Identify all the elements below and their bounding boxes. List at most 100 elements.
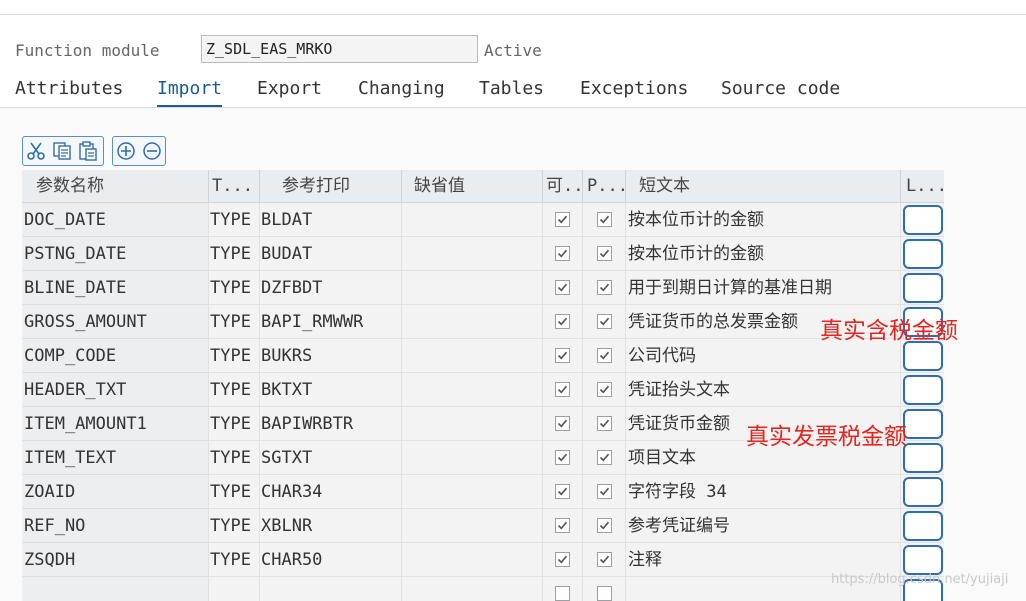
typing-cell[interactable]: TYPE: [210, 509, 251, 543]
reference-type-cell[interactable]: BUKRS: [261, 339, 312, 373]
long-text-button[interactable]: [903, 239, 943, 269]
tab-tables[interactable]: Tables: [479, 78, 544, 99]
column-divider: [900, 373, 901, 407]
short-text-cell[interactable]: 字符字段 34: [628, 475, 727, 509]
delete-row-icon[interactable]: [139, 137, 165, 165]
col-typing[interactable]: T...: [212, 170, 253, 202]
col-pass-value[interactable]: P...: [587, 170, 628, 202]
parameter-name-cell[interactable]: COMP_CODE: [24, 339, 116, 373]
optional-checkbox[interactable]: [555, 280, 570, 295]
cut-icon[interactable]: [23, 137, 49, 165]
insert-row-icon[interactable]: [113, 137, 139, 165]
typing-cell[interactable]: TYPE: [210, 271, 251, 305]
pass-value-checkbox[interactable]: [597, 518, 612, 533]
long-text-button[interactable]: [903, 511, 943, 541]
copy-icon[interactable]: [49, 137, 75, 165]
reference-type-cell[interactable]: BAPIWRBTR: [261, 407, 353, 441]
optional-checkbox[interactable]: [555, 416, 570, 431]
pass-value-checkbox[interactable]: [597, 212, 612, 227]
reference-type-cell[interactable]: XBLNR: [261, 509, 312, 543]
short-text-cell[interactable]: 公司代码: [628, 339, 696, 373]
optional-checkbox[interactable]: [555, 314, 570, 329]
pass-value-checkbox[interactable]: [597, 246, 612, 261]
tab-export[interactable]: Export: [257, 78, 322, 99]
optional-checkbox[interactable]: [555, 518, 570, 533]
typing-cell[interactable]: TYPE: [210, 339, 251, 373]
parameter-name-cell[interactable]: PSTNG_DATE: [24, 237, 126, 271]
tab-changing[interactable]: Changing: [358, 78, 445, 99]
long-text-button[interactable]: [903, 477, 943, 507]
optional-checkbox[interactable]: [555, 484, 570, 499]
typing-cell[interactable]: TYPE: [210, 441, 251, 475]
reference-type-cell[interactable]: BLDAT: [261, 203, 312, 237]
reference-type-cell[interactable]: DZFBDT: [261, 271, 322, 305]
parameter-name-cell[interactable]: DOC_DATE: [24, 203, 106, 237]
pass-value-checkbox[interactable]: [597, 552, 612, 567]
reference-type-cell[interactable]: CHAR50: [261, 543, 322, 577]
typing-cell[interactable]: TYPE: [210, 543, 251, 577]
col-reference-type[interactable]: 参考打印: [282, 170, 350, 202]
short-text-cell[interactable]: 按本位币计的金额: [628, 203, 764, 237]
parameter-name-cell[interactable]: ZSQDH: [24, 543, 75, 577]
short-text-cell[interactable]: 项目文本: [628, 441, 696, 475]
tab-exceptions[interactable]: Exceptions: [580, 78, 688, 99]
pass-value-checkbox[interactable]: [597, 416, 612, 431]
typing-cell[interactable]: TYPE: [210, 407, 251, 441]
reference-type-cell[interactable]: SGTXT: [261, 441, 312, 475]
optional-checkbox[interactable]: [555, 348, 570, 363]
reference-type-cell[interactable]: BKTXT: [261, 373, 312, 407]
col-short-text[interactable]: 短文本: [639, 170, 690, 202]
reference-type-cell[interactable]: BUDAT: [261, 237, 312, 271]
optional-checkbox[interactable]: [555, 382, 570, 397]
typing-cell[interactable]: TYPE: [210, 373, 251, 407]
pass-value-checkbox[interactable]: [597, 586, 612, 601]
short-text-cell[interactable]: 注释: [628, 543, 662, 577]
parameter-name-cell[interactable]: ITEM_AMOUNT1: [24, 407, 147, 441]
col-long-text[interactable]: L...: [906, 170, 947, 202]
pass-value-checkbox[interactable]: [597, 450, 612, 465]
long-text-button[interactable]: [903, 205, 943, 235]
short-text-cell[interactable]: 用于到期日计算的基准日期: [628, 271, 832, 305]
optional-checkbox[interactable]: [555, 450, 570, 465]
optional-checkbox[interactable]: [555, 552, 570, 567]
optional-checkbox[interactable]: [555, 212, 570, 227]
col-optional[interactable]: 可..: [546, 170, 583, 202]
col-parameter-name[interactable]: 参数名称: [36, 170, 104, 202]
parameter-name-cell[interactable]: ZOAID: [24, 475, 75, 509]
short-text-cell[interactable]: 凭证货币金额: [628, 407, 730, 441]
typing-cell[interactable]: TYPE: [210, 305, 251, 339]
long-text-button[interactable]: [903, 545, 943, 575]
parameter-name-cell[interactable]: HEADER_TXT: [24, 373, 126, 407]
long-text-button[interactable]: [903, 409, 943, 439]
function-module-field[interactable]: Z_SDL_EAS_MRKO: [201, 35, 478, 63]
col-default-value[interactable]: 缺省值: [414, 170, 465, 202]
parameter-name-cell[interactable]: REF_NO: [24, 509, 85, 543]
pass-value-checkbox[interactable]: [597, 314, 612, 329]
parameter-name-cell[interactable]: BLINE_DATE: [24, 271, 126, 305]
tab-attributes[interactable]: Attributes: [15, 78, 123, 99]
pass-value-checkbox[interactable]: [597, 484, 612, 499]
typing-cell[interactable]: TYPE: [210, 237, 251, 271]
typing-cell[interactable]: TYPE: [210, 203, 251, 237]
optional-checkbox[interactable]: [555, 246, 570, 261]
short-text-cell[interactable]: 按本位币计的金额: [628, 237, 764, 271]
tab-source-code[interactable]: Source code: [721, 78, 840, 99]
reference-type-cell[interactable]: CHAR34: [261, 475, 322, 509]
pass-value-checkbox[interactable]: [597, 280, 612, 295]
long-text-button[interactable]: [903, 341, 943, 371]
paste-icon[interactable]: [75, 137, 101, 165]
reference-type-cell[interactable]: BAPI_RMWWR: [261, 305, 363, 339]
parameter-name-cell[interactable]: ITEM_TEXT: [24, 441, 116, 475]
parameter-name-cell[interactable]: GROSS_AMOUNT: [24, 305, 147, 339]
pass-value-checkbox[interactable]: [597, 382, 612, 397]
short-text-cell[interactable]: 参考凭证编号: [628, 509, 730, 543]
pass-value-checkbox[interactable]: [597, 348, 612, 363]
typing-cell[interactable]: TYPE: [210, 475, 251, 509]
short-text-cell[interactable]: 凭证抬头文本: [628, 373, 730, 407]
long-text-button[interactable]: [903, 443, 943, 473]
tab-import[interactable]: Import: [157, 78, 223, 108]
optional-checkbox[interactable]: [555, 586, 570, 601]
long-text-button[interactable]: [903, 273, 943, 303]
long-text-button[interactable]: [903, 375, 943, 405]
short-text-cell[interactable]: 凭证货币的总发票金额: [628, 305, 798, 339]
